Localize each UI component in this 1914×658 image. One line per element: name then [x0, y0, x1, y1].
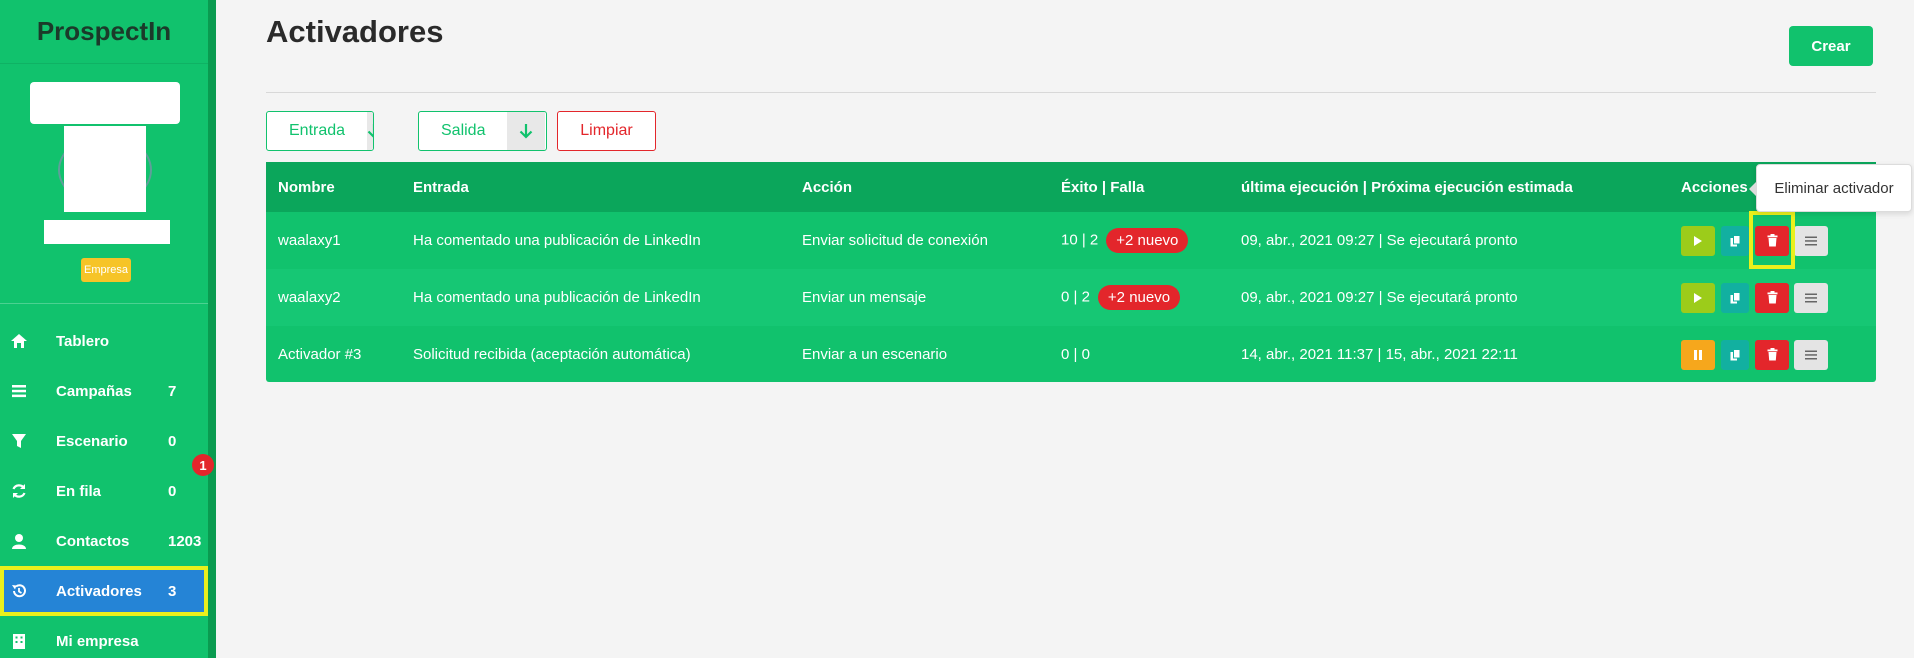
notification-badge: 1	[192, 454, 214, 476]
redacted-avatar	[64, 126, 146, 212]
sidebar-item-label: Activadores	[56, 582, 142, 600]
sidebar-item-label: Contactos	[56, 532, 130, 550]
menu-icon	[1805, 236, 1817, 245]
filter-label: Salida	[441, 122, 486, 139]
new-badge: +2 nuevo	[1097, 285, 1181, 310]
col-header-entrada[interactable]: Entrada	[413, 179, 469, 196]
sidebar-item-count: 1203	[168, 532, 202, 550]
new-badge: +2 nuevo	[1106, 228, 1189, 253]
sidebar-item-count: 0	[168, 482, 177, 500]
divider	[266, 92, 1876, 93]
play-icon	[1694, 292, 1702, 303]
filter-label: Entrada	[289, 122, 346, 139]
delete-button[interactable]	[1755, 339, 1789, 370]
page-title: Activadores	[266, 14, 444, 49]
pause-icon	[1694, 349, 1702, 360]
col-header-accion[interactable]: Acción	[802, 179, 852, 196]
sidebar-item-mi-empresa[interactable]: Mi empresa	[0, 616, 208, 658]
sidebar-item-en-fila[interactable]: En fila 0 1	[0, 454, 214, 516]
col-header-acciones: Acciones	[1681, 178, 1748, 196]
play-button[interactable]	[1681, 282, 1715, 313]
copy-icon	[1730, 234, 1740, 246]
row-accion: Enviar a un escenario	[802, 346, 948, 363]
sidebar-item-tablero[interactable]: Tablero	[0, 316, 208, 366]
sidebar-item-label: Tablero	[56, 332, 110, 350]
sidebar-item-campanas[interactable]: Campañas 7	[0, 366, 208, 416]
redacted-email	[44, 220, 170, 244]
sidebar: ProspectIn Empresa Tablero Campañas 7 Es…	[0, 0, 216, 658]
table-row[interactable]: waalaxy1 Ha comentado una publicación de…	[266, 211, 1876, 269]
history-icon	[0, 583, 38, 599]
trash-icon	[1767, 348, 1777, 361]
profile-block: Empresa	[0, 64, 208, 304]
highlight-box	[1749, 211, 1795, 269]
table-header: Nombre Entrada Acción Éxito | Falla últi…	[266, 162, 1876, 212]
success-fail-value: 0 | 2	[1061, 288, 1090, 306]
menu-icon	[1805, 350, 1817, 359]
table-row[interactable]: Activador #3 Solicitud recibida (aceptac…	[266, 326, 1876, 383]
refresh-icon	[0, 483, 38, 499]
row-exito: 10 | 2 +2 nuevo	[1061, 228, 1189, 253]
filter-salida[interactable]: Salida	[418, 111, 547, 151]
sidebar-item-activadores[interactable]: Activadores 3	[0, 566, 208, 616]
row-exito: 0 | 2 +2 nuevo	[1061, 285, 1181, 310]
arrow-down-icon[interactable]	[507, 112, 546, 150]
duplicate-button[interactable]	[1721, 225, 1749, 256]
sidebar-item-escenario[interactable]: Escenario 0	[0, 416, 208, 466]
sidebar-item-contactos[interactable]: Contactos 1203	[0, 516, 208, 566]
pause-button[interactable]	[1681, 339, 1715, 370]
table-row[interactable]: waalaxy2 Ha comentado una publicación de…	[266, 269, 1876, 326]
filter-icon	[0, 433, 38, 449]
list-icon	[0, 384, 38, 398]
user-icon	[0, 533, 38, 549]
row-ultima: 09, abr., 2021 09:27 | Se ejecutará pron…	[1241, 289, 1518, 306]
delete-tooltip: Eliminar activador	[1749, 164, 1912, 212]
sidebar-nav: Tablero Campañas 7 Escenario 0 En fila 0…	[0, 316, 214, 658]
sidebar-item-count: 7	[168, 382, 177, 400]
clear-filters-button[interactable]: Limpiar	[557, 111, 656, 151]
play-button[interactable]	[1681, 225, 1715, 256]
copy-icon	[1730, 348, 1740, 360]
create-button[interactable]: Crear	[1789, 26, 1873, 66]
row-ultima: 09, abr., 2021 09:27 | Se ejecutará pron…	[1241, 232, 1518, 249]
row-entrada: Ha comentado una publicación de LinkedIn	[413, 289, 701, 306]
activators-table: Nombre Entrada Acción Éxito | Falla últi…	[266, 162, 1876, 382]
row-exito: 0 | 0	[1061, 346, 1090, 363]
duplicate-button[interactable]	[1721, 339, 1749, 370]
row-ultima: 14, abr., 2021 11:37 | 15, abr., 2021 22…	[1241, 346, 1518, 363]
sidebar-item-label: Campañas	[56, 382, 132, 400]
details-button[interactable]	[1794, 225, 1828, 256]
col-header-nombre[interactable]: Nombre	[278, 179, 335, 196]
details-button[interactable]	[1794, 339, 1828, 370]
row-accion: Enviar solicitud de conexión	[802, 232, 988, 249]
trash-icon	[1767, 291, 1777, 304]
details-button[interactable]	[1794, 282, 1828, 313]
copy-icon	[1730, 291, 1740, 303]
building-icon	[0, 633, 38, 649]
row-nombre: waalaxy2	[278, 289, 341, 306]
brand-logo[interactable]: ProspectIn	[0, 0, 208, 64]
col-header-exito[interactable]: Éxito | Falla	[1061, 179, 1144, 196]
menu-icon	[1805, 293, 1817, 302]
sidebar-item-label: Mi empresa	[56, 632, 139, 650]
play-icon	[1694, 235, 1702, 246]
row-accion: Enviar un mensaje	[802, 289, 927, 306]
sidebar-item-label: En fila	[56, 482, 102, 500]
col-header-ultima[interactable]: última ejecución | Próxima ejecución est…	[1241, 179, 1573, 196]
plan-badge: Empresa	[81, 258, 131, 282]
sidebar-item-count: 0	[168, 432, 177, 450]
filter-entrada[interactable]: Entrada	[266, 111, 374, 151]
success-fail-value: 10 | 2	[1061, 231, 1099, 249]
row-nombre: Activador #3	[278, 346, 362, 363]
row-nombre: waalaxy1	[278, 232, 341, 249]
duplicate-button[interactable]	[1721, 282, 1749, 313]
arrow-down-icon[interactable]	[367, 112, 373, 150]
row-entrada: Solicitud recibida (aceptación automátic…	[413, 346, 691, 363]
row-entrada: Ha comentado una publicación de LinkedIn	[413, 232, 701, 249]
home-icon	[0, 333, 38, 349]
sidebar-item-label: Escenario	[56, 432, 128, 450]
sidebar-item-count: 3	[168, 582, 177, 600]
delete-button[interactable]	[1755, 282, 1789, 313]
redacted-name	[30, 82, 180, 124]
